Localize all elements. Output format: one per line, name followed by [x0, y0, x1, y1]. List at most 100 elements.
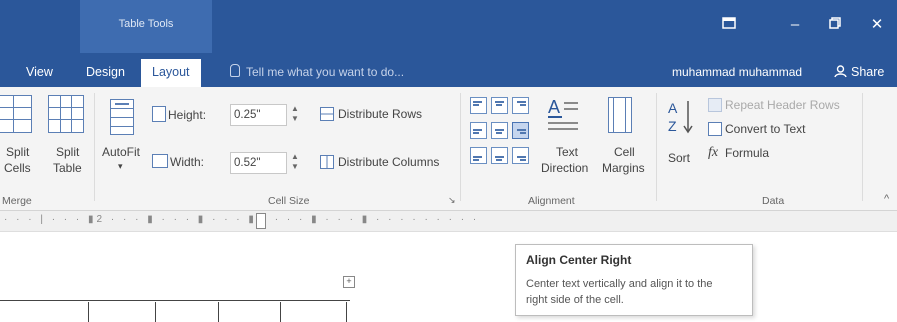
- split-cells-label-1: Split: [6, 145, 30, 159]
- split-cells-button[interactable]: Split Cells: [0, 93, 34, 189]
- align-bottom-center-button[interactable]: [491, 147, 508, 164]
- table-column-border: [280, 302, 281, 322]
- close-button[interactable]: ✕: [860, 10, 894, 40]
- distribute-columns-icon: [320, 155, 334, 169]
- group-separator: [460, 93, 461, 201]
- share-label: Share: [851, 65, 885, 79]
- align-bottom-left-button[interactable]: [470, 147, 487, 164]
- table-column-border: [88, 302, 89, 322]
- distribute-rows-label: Distribute Rows: [338, 107, 423, 121]
- tab-view[interactable]: View: [26, 59, 53, 87]
- lightbulb-icon: [230, 64, 240, 77]
- align-center-button[interactable]: [491, 122, 508, 139]
- autofit-label: AutoFit: [102, 145, 141, 159]
- restore-icon: [829, 17, 841, 29]
- align-center-right-button[interactable]: [512, 122, 529, 139]
- text-direction-button[interactable]: A Text Direction: [538, 93, 588, 189]
- svg-text:Z: Z: [668, 118, 677, 134]
- cell-margins-label-2: Margins: [602, 161, 645, 175]
- ribbon-display-options-button[interactable]: [712, 10, 746, 40]
- split-table-icon: [48, 95, 84, 133]
- align-center-left-button[interactable]: [470, 122, 487, 139]
- alignment-group-label: Alignment: [528, 195, 575, 207]
- cell-margins-label-1: Cell: [614, 145, 635, 159]
- split-table-label-1: Split: [56, 145, 80, 159]
- repeat-header-icon: [708, 98, 722, 112]
- formula-label: Formula: [725, 146, 770, 160]
- formula-button[interactable]: fx Formula: [708, 145, 848, 163]
- height-label: Height:: [168, 108, 207, 122]
- distribute-rows-button[interactable]: Distribute Rows: [320, 105, 450, 125]
- group-separator: [862, 93, 863, 201]
- fx-icon: fx: [708, 145, 719, 160]
- tooltip-title: Align Center Right: [526, 253, 632, 267]
- table-tools-contextual-band: Table Tools: [80, 0, 212, 53]
- distribute-rows-icon: [320, 107, 334, 121]
- sort-label: Sort: [668, 151, 691, 165]
- autofit-icon: [110, 99, 134, 135]
- horizontal-ruler: · · · | · · · ▮2 · · · ▮ · · · ▮ · · · ▮…: [0, 211, 897, 232]
- sort-icon: A Z: [668, 100, 693, 134]
- group-separator: [94, 93, 95, 201]
- height-spinner[interactable]: ▲ ▼: [290, 104, 300, 124]
- ribbon-tabs: View Design Layout Tell me what you want…: [0, 53, 897, 87]
- split-table-button[interactable]: Split Table: [44, 93, 88, 189]
- table-tools-label: Table Tools: [118, 18, 174, 30]
- dialog-launcher-icon[interactable]: ↘: [448, 195, 456, 206]
- tell-me-search[interactable]: Tell me what you want to do...: [230, 59, 404, 85]
- document-canvas[interactable]: [0, 232, 897, 322]
- tell-me-placeholder: Tell me what you want to do...: [246, 65, 405, 79]
- split-cells-icon: [0, 95, 32, 133]
- column-marker[interactable]: [256, 213, 266, 229]
- width-input[interactable]: 0.52": [230, 152, 287, 174]
- split-cells-label-2: Cells: [4, 161, 31, 175]
- height-input[interactable]: 0.25": [230, 104, 287, 126]
- split-table-label-2: Table: [53, 161, 82, 175]
- repeat-header-rows-button[interactable]: Repeat Header Rows: [708, 97, 848, 115]
- user-name[interactable]: muhammad muhammad: [672, 59, 802, 85]
- distribute-columns-label: Distribute Columns: [338, 155, 440, 169]
- align-top-center-button[interactable]: [491, 97, 508, 114]
- tooltip: Align Center Right Center text verticall…: [515, 244, 753, 316]
- svg-text:A: A: [548, 97, 560, 117]
- text-direction-label-2: Direction: [541, 161, 589, 175]
- chevron-down-icon: ▾: [118, 161, 123, 171]
- align-bottom-right-button[interactable]: [512, 147, 529, 164]
- table-column-border: [218, 302, 219, 322]
- maximize-button[interactable]: [818, 10, 852, 40]
- ruler-ticks: · · · | · · · ▮2 · · · ▮ · · · ▮ · · · ▮…: [4, 214, 480, 225]
- width-label: Width:: [170, 155, 205, 169]
- table-move-handle[interactable]: +: [343, 276, 355, 288]
- share-button[interactable]: Share: [834, 59, 884, 85]
- ribbon-layout-panel: Split Cells Split Table Merge AutoFit ▾ …: [0, 87, 897, 211]
- collapse-ribbon-button[interactable]: ^: [884, 193, 889, 205]
- table-column-border: [155, 302, 156, 322]
- tooltip-description: Center text vertically and align it to t…: [526, 278, 713, 306]
- height-icon: [152, 106, 166, 122]
- table-column-border: [346, 302, 347, 322]
- minimize-button[interactable]: –: [778, 10, 812, 40]
- table-top-border: [0, 300, 350, 301]
- group-separator: [656, 93, 657, 201]
- cell-margins-icon: [608, 97, 632, 133]
- convert-to-text-button[interactable]: Convert to Text: [708, 121, 848, 139]
- align-top-right-button[interactable]: [512, 97, 529, 114]
- text-direction-label-1: Text: [556, 145, 579, 159]
- sort-button[interactable]: A Z Sort: [664, 93, 698, 189]
- tab-design[interactable]: Design: [86, 59, 125, 87]
- convert-to-text-label: Convert to Text: [725, 122, 806, 136]
- merge-group-label: Merge: [2, 195, 32, 207]
- cell-margins-button[interactable]: Cell Margins: [596, 93, 646, 189]
- cell-size-group-label: Cell Size: [268, 195, 310, 207]
- svg-text:A: A: [668, 100, 678, 116]
- text-direction-icon: A: [548, 97, 578, 130]
- width-icon: [152, 154, 168, 168]
- person-icon: [834, 65, 847, 78]
- distribute-columns-button[interactable]: Distribute Columns: [320, 153, 460, 173]
- align-top-left-button[interactable]: [470, 97, 487, 114]
- repeat-header-rows-label: Repeat Header Rows: [725, 98, 840, 112]
- width-spinner[interactable]: ▲ ▼: [290, 152, 300, 172]
- tab-layout[interactable]: Layout: [141, 59, 201, 87]
- autofit-button[interactable]: AutoFit ▾: [100, 93, 144, 189]
- ribbon-display-icon: [722, 17, 736, 29]
